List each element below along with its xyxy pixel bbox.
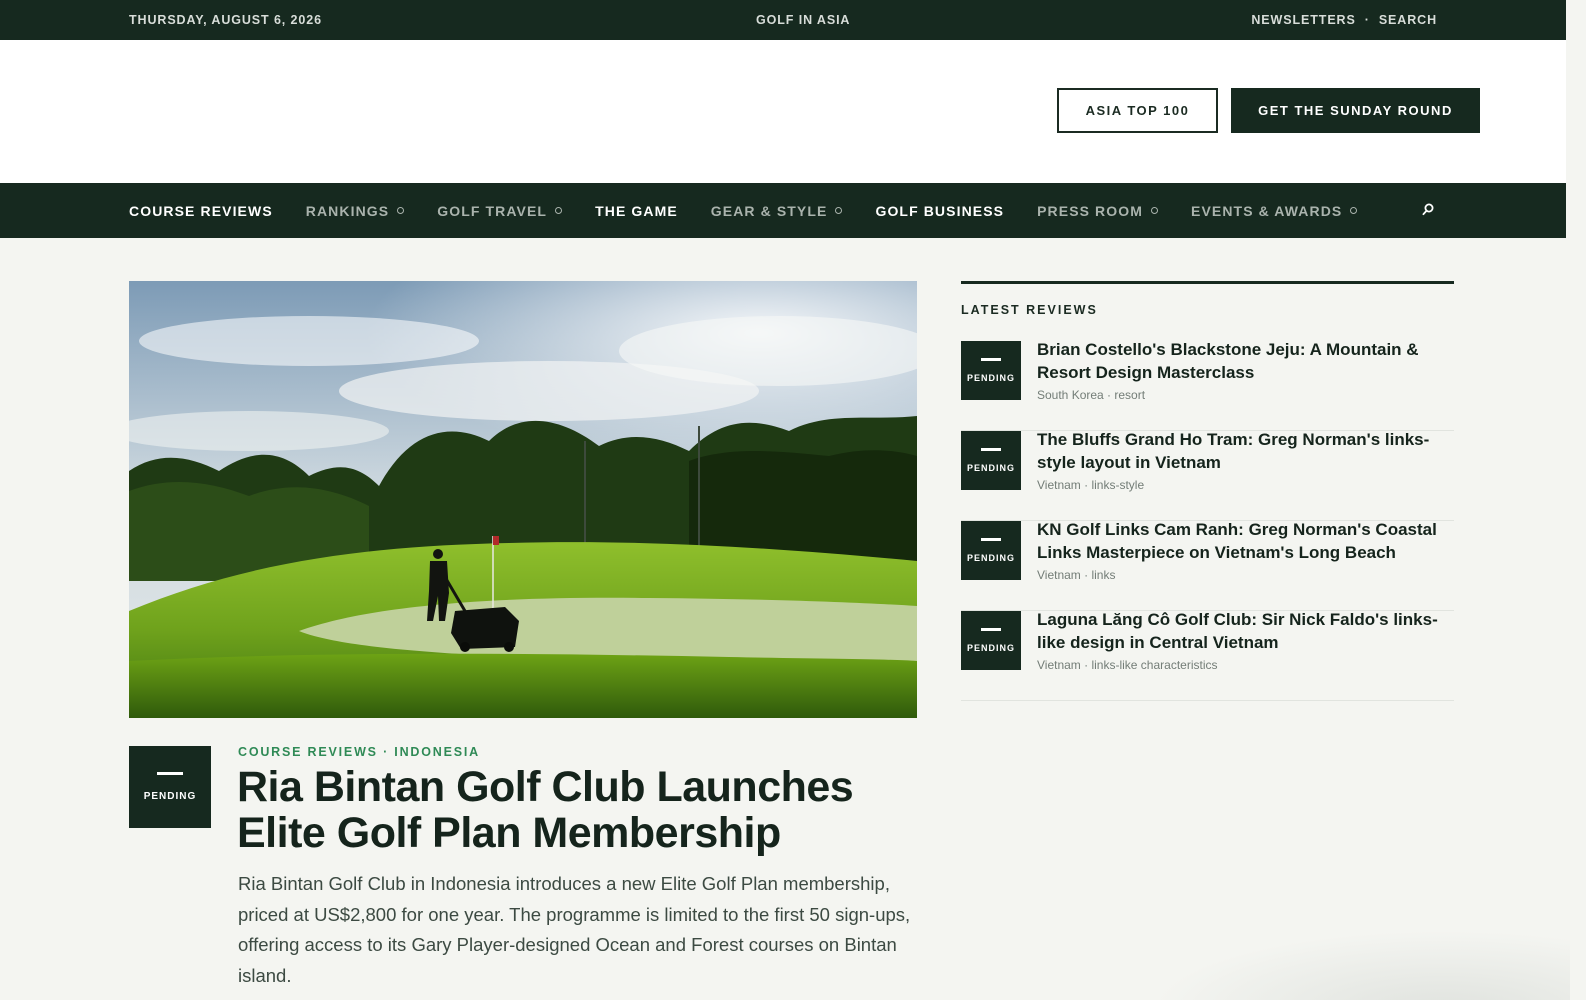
- review-title[interactable]: Brian Costello's Blackstone Jeju: A Moun…: [1037, 339, 1454, 384]
- main-navigation: COURSE REVIEWS RANKINGS GOLF TRAVEL THE …: [0, 183, 1566, 238]
- pending-dash-icon: [981, 538, 1001, 541]
- nav-item-gear-style[interactable]: GEAR & STYLE: [711, 203, 843, 219]
- review-meta: Vietnam · links-like characteristics: [1037, 658, 1218, 672]
- nav-items: COURSE REVIEWS RANKINGS GOLF TRAVEL THE …: [129, 183, 1358, 238]
- badge-label: PENDING: [966, 463, 1015, 473]
- dropdown-indicator-icon: [555, 207, 563, 214]
- nav-item-the-game[interactable]: THE GAME: [595, 203, 678, 219]
- pending-dash-icon: [157, 772, 183, 775]
- hero-headline[interactable]: Ria Bintan Golf Club Launches Elite Golf…: [237, 764, 917, 856]
- badge-label: PENDING: [966, 643, 1015, 653]
- dropdown-indicator-icon: [397, 207, 405, 214]
- dropdown-indicator-icon: [1350, 207, 1358, 214]
- hero-category[interactable]: COURSE REVIEWS · INDONESIA: [238, 745, 480, 759]
- review-title[interactable]: The Bluffs Grand Ho Tram: Greg Norman's …: [1037, 429, 1454, 474]
- nav-label: THE GAME: [595, 202, 678, 219]
- nav-item-golf-travel[interactable]: GOLF TRAVEL: [437, 202, 563, 219]
- asia-top-100-button[interactable]: ASIA TOP 100: [1057, 88, 1218, 133]
- dropdown-indicator-icon: [1151, 207, 1159, 214]
- separator-dot: ·: [1364, 13, 1370, 27]
- search-link[interactable]: SEARCH: [1379, 13, 1437, 27]
- nav-item-course-reviews[interactable]: COURSE REVIEWS: [129, 203, 273, 219]
- sidebar-heading: LATEST REVIEWS: [961, 303, 1098, 317]
- top-utility-bar: THURSDAY, AUGUST 6, 2026 GOLF IN ASIA NE…: [0, 0, 1566, 40]
- review-item[interactable]: PENDING KN Golf Links Cam Ranh: Greg Nor…: [961, 519, 1454, 611]
- nav-label: COURSE REVIEWS: [129, 202, 273, 219]
- nav-label: GEAR & STYLE: [710, 202, 828, 219]
- nav-item-events-awards[interactable]: EVENTS & AWARDS: [1191, 202, 1358, 219]
- golf-course-illustration: [129, 281, 917, 718]
- review-rating-badge: PENDING: [961, 431, 1021, 490]
- review-list: PENDING Brian Costello's Blackstone Jeju…: [961, 339, 1454, 701]
- review-item[interactable]: PENDING The Bluffs Grand Ho Tram: Greg N…: [961, 429, 1454, 521]
- nav-item-rankings[interactable]: RANKINGS: [305, 202, 405, 219]
- review-meta: Vietnam · links: [1037, 568, 1116, 582]
- review-title[interactable]: Laguna Lăng Cô Golf Club: Sir Nick Faldo…: [1037, 609, 1454, 654]
- dropdown-indicator-icon: [835, 207, 843, 214]
- nav-label: GOLF BUSINESS: [875, 202, 1005, 219]
- badge-label: PENDING: [143, 791, 197, 802]
- review-item[interactable]: PENDING Laguna Lăng Cô Golf Club: Sir Ni…: [961, 609, 1454, 701]
- corner-shadow: [1150, 930, 1570, 1000]
- hero-summary: Ria Bintan Golf Club in Indonesia introd…: [238, 873, 911, 986]
- sidebar-rule: [961, 281, 1454, 284]
- nav-label: RANKINGS: [305, 202, 390, 219]
- latest-reviews-sidebar: LATEST REVIEWS PENDING Brian Costello's …: [961, 281, 1454, 701]
- sunday-round-button[interactable]: GET THE SUNDAY ROUND: [1231, 88, 1480, 133]
- nav-label: GOLF TRAVEL: [437, 202, 548, 219]
- search-icon[interactable]: [1421, 202, 1435, 218]
- review-meta: Vietnam · links-style: [1037, 478, 1145, 492]
- newsletters-link[interactable]: NEWSLETTERS: [1251, 13, 1355, 27]
- utility-links: NEWSLETTERS · SEARCH: [1251, 13, 1437, 27]
- review-title[interactable]: KN Golf Links Cam Ranh: Greg Norman's Co…: [1037, 519, 1454, 564]
- nav-item-golf-business[interactable]: GOLF BUSINESS: [875, 203, 1004, 219]
- nav-label: PRESS ROOM: [1037, 202, 1144, 219]
- review-meta: South Korea · resort: [1037, 388, 1146, 402]
- pending-dash-icon: [981, 628, 1001, 631]
- hero-image[interactable]: [129, 281, 917, 718]
- review-rating-badge: PENDING: [961, 611, 1021, 670]
- pending-dash-icon: [981, 448, 1001, 451]
- review-rating-badge: PENDING: [961, 341, 1021, 400]
- review-rating-badge: PENDING: [961, 521, 1021, 580]
- nav-item-press-room[interactable]: PRESS ROOM: [1037, 202, 1159, 219]
- nav-label: EVENTS & AWARDS: [1191, 202, 1343, 219]
- current-date: THURSDAY, AUGUST 6, 2026: [129, 13, 322, 27]
- review-item[interactable]: PENDING Brian Costello's Blackstone Jeju…: [961, 339, 1454, 431]
- hero-rating-badge: PENDING: [129, 746, 211, 828]
- pending-dash-icon: [981, 358, 1001, 361]
- badge-label: PENDING: [966, 373, 1015, 383]
- site-name[interactable]: GOLF IN ASIA: [756, 13, 850, 27]
- badge-label: PENDING: [966, 553, 1015, 563]
